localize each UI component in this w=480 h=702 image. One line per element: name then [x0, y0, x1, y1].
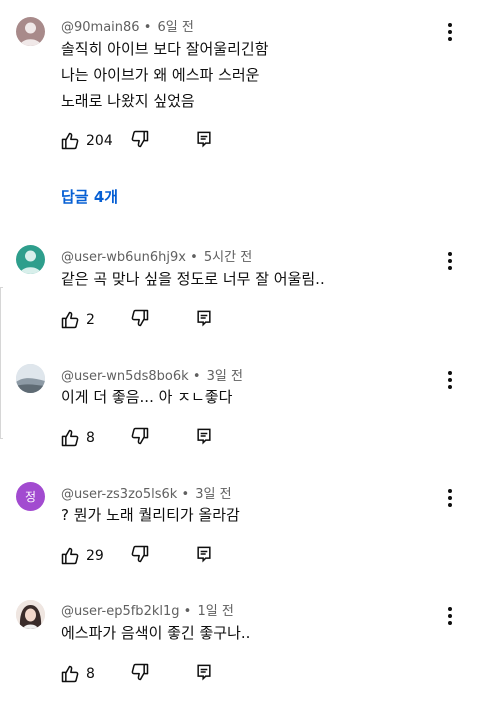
- comment-actions: 8: [60, 662, 211, 686]
- comment-meta: @90main86 • 6일 전: [61, 20, 194, 35]
- reply-button[interactable]: [194, 426, 214, 446]
- reply-button[interactable]: [194, 129, 214, 149]
- like-button[interactable]: 8: [60, 664, 95, 684]
- comment-text: 이게 더 좋음... 아 ㅈㄴ좋다: [61, 384, 232, 410]
- comment-author[interactable]: @user-zs3zo5ls6k: [61, 487, 177, 502]
- comment-time: 3일 전: [195, 487, 232, 502]
- like-count: 8: [86, 430, 95, 446]
- comment-meta: @user-zs3zo5ls6k • 3일 전: [61, 487, 232, 502]
- comment-time: 3일 전: [206, 369, 243, 384]
- dislike-button[interactable]: [130, 129, 150, 149]
- more-options-icon[interactable]: [440, 20, 460, 44]
- reply-button[interactable]: [194, 308, 214, 328]
- comment-actions: 204: [60, 129, 211, 153]
- thumbs-down-icon: [131, 427, 149, 445]
- comment-reply-icon: [197, 428, 211, 445]
- comment-text: 에스파가 음색이 좋긴 좋구나..: [61, 620, 250, 646]
- thumbs-up-icon: [61, 665, 79, 683]
- edge-scroll-handle[interactable]: [0, 287, 3, 439]
- dislike-button[interactable]: [130, 308, 150, 328]
- comment-actions: 29: [60, 544, 211, 568]
- like-button[interactable]: 204: [60, 131, 113, 151]
- comment-time: 1일 전: [197, 604, 234, 619]
- person-silhouette-icon: [20, 22, 41, 46]
- view-replies-link[interactable]: 답글 4개: [61, 186, 118, 207]
- dislike-button[interactable]: [130, 426, 150, 446]
- reply-button[interactable]: [194, 544, 214, 564]
- comment-author[interactable]: @user-ep5fb2kl1g: [61, 604, 180, 619]
- comment-text: 솔직히 아이브 보다 잘어울리긴함 나는 아이브가 왜 에스파 스러운 노래로 …: [61, 36, 269, 114]
- comment-text-line: 에스파가 음색이 좋긴 좋구나..: [61, 624, 251, 642]
- comment-text-line: 노래로 나왔지 싶었음: [61, 92, 195, 110]
- more-options-icon[interactable]: [440, 604, 460, 628]
- comment-time: 5시간 전: [203, 250, 253, 265]
- thumbs-up-icon: [61, 311, 79, 329]
- avatar[interactable]: [16, 364, 45, 393]
- profile-photo-icon: [16, 600, 45, 629]
- comment-actions: 8: [60, 426, 211, 450]
- like-count: 2: [86, 312, 95, 328]
- more-options-icon[interactable]: [440, 368, 460, 392]
- thumbs-up-icon: [61, 547, 79, 565]
- comment-text-line: 나는 아이브가 왜 에스파 스러운: [61, 66, 260, 84]
- avatar[interactable]: 정: [16, 482, 45, 511]
- thumbs-down-icon: [131, 545, 149, 563]
- comment-meta: @user-wb6un6hj9x • 5시간 전: [61, 250, 253, 265]
- person-silhouette-icon: [20, 250, 41, 274]
- dislike-button[interactable]: [130, 662, 150, 682]
- thumbs-down-icon: [131, 663, 149, 681]
- like-count: 8: [86, 666, 95, 682]
- comment-meta: @user-ep5fb2kl1g • 1일 전: [61, 604, 234, 619]
- more-options-icon[interactable]: [440, 486, 460, 510]
- comment-reply-icon: [197, 546, 211, 563]
- comment-text-line: ? 뭔가 노래 퀄리티가 올라감: [61, 506, 240, 524]
- comment-reply-icon: [197, 664, 211, 681]
- reply-button[interactable]: [194, 662, 214, 682]
- comment-text-line: 솔직히 아이브 보다 잘어울리긴함: [61, 40, 269, 58]
- comment-text: 같은 곡 맞나 싶을 정도로 너무 잘 어울림..: [61, 266, 325, 292]
- comment-time: 6일 전: [157, 20, 194, 35]
- comment-text-line: 이게 더 좋음... 아 ㅈㄴ좋다: [61, 388, 233, 406]
- avatar[interactable]: [16, 245, 45, 274]
- comment-reply-icon: [197, 310, 211, 327]
- like-count: 29: [86, 548, 104, 564]
- comment-text: ? 뭔가 노래 퀄리티가 올라감: [61, 502, 240, 528]
- like-button[interactable]: 29: [60, 546, 104, 566]
- avatar[interactable]: [16, 17, 45, 46]
- like-count: 204: [86, 133, 113, 149]
- like-button[interactable]: 8: [60, 428, 95, 448]
- thumbs-down-icon: [131, 309, 149, 327]
- comment-author[interactable]: @user-wb6un6hj9x: [61, 250, 186, 265]
- comment-meta: @user-wn5ds8bo6k • 3일 전: [61, 369, 243, 384]
- comment-text-line: 같은 곡 맞나 싶을 정도로 너무 잘 어울림..: [61, 270, 325, 288]
- comment-reply-icon: [197, 131, 211, 148]
- like-button[interactable]: 2: [60, 310, 95, 330]
- comment-author[interactable]: @90main86: [61, 20, 140, 35]
- thumbs-up-icon: [61, 132, 79, 150]
- avatar[interactable]: [16, 600, 45, 629]
- thumbs-up-icon: [61, 429, 79, 447]
- comment-author[interactable]: @user-wn5ds8bo6k: [61, 369, 189, 384]
- comment-actions: 2: [60, 308, 211, 332]
- avatar-letter: 정: [24, 490, 37, 504]
- thumbs-down-icon: [131, 130, 149, 148]
- dislike-button[interactable]: [130, 544, 150, 564]
- more-options-icon[interactable]: [440, 249, 460, 273]
- landscape-photo-icon: [16, 364, 45, 393]
